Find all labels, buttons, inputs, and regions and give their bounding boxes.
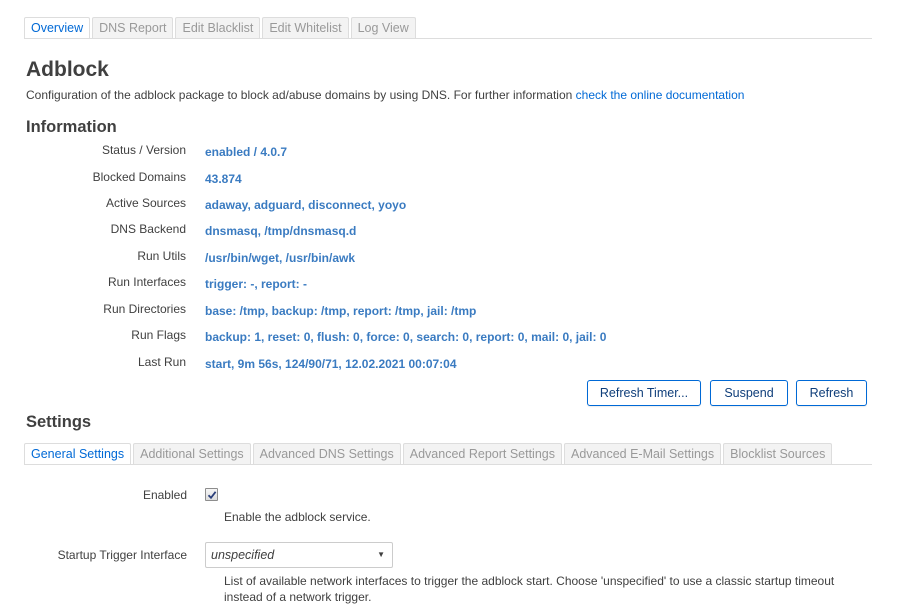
page-title: Adblock	[26, 58, 109, 81]
tab-dns-report[interactable]: DNS Report	[92, 17, 174, 38]
info-label: Run Interfaces	[107, 275, 186, 289]
info-row-status: Status / Version enabled / 4.0.7	[0, 143, 900, 163]
enabled-label: Enabled	[142, 488, 187, 502]
info-value: start, 9m 56s, 124/90/71, 12.02.2021 00:…	[205, 357, 457, 371]
suspend-button[interactable]: Suspend	[710, 380, 788, 406]
info-row-run-directories: Run Directories base: /tmp, backup: /tmp…	[0, 302, 900, 322]
trigger-label: Startup Trigger Interface	[57, 548, 187, 562]
info-label: Run Flags	[131, 328, 186, 342]
refresh-timer-button[interactable]: Refresh Timer...	[587, 380, 701, 406]
info-value: adaway, adguard, disconnect, yoyo	[205, 198, 407, 212]
tab-advanced-dns-settings[interactable]: Advanced DNS Settings	[252, 443, 401, 464]
info-value: dnsmasq, /tmp/dnsmasq.d	[205, 224, 357, 238]
trigger-selected-value: unspecified	[211, 548, 275, 562]
dropdown-caret-icon: ▼	[377, 550, 385, 559]
tab-general-settings[interactable]: General Settings	[24, 443, 132, 465]
info-value: backup: 1, reset: 0, flush: 0, force: 0,…	[205, 330, 607, 344]
enabled-checkbox[interactable]	[205, 488, 218, 501]
info-row-run-utils: Run Utils /usr/bin/wget, /usr/bin/awk	[0, 249, 900, 269]
tab-edit-whitelist[interactable]: Edit Whitelist	[262, 17, 349, 38]
tab-advanced-report-settings[interactable]: Advanced Report Settings	[402, 443, 562, 464]
tab-overview[interactable]: Overview	[24, 17, 91, 39]
info-row-dns-backend: DNS Backend dnsmasq, /tmp/dnsmasq.d	[0, 222, 900, 242]
info-row-last-run: Last Run start, 9m 56s, 124/90/71, 12.02…	[0, 355, 900, 375]
info-label: Active Sources	[105, 196, 186, 210]
info-value: enabled / 4.0.7	[205, 145, 288, 159]
info-label: Run Directories	[103, 302, 186, 316]
settings-heading: Settings	[26, 413, 92, 431]
info-label: DNS Backend	[110, 222, 186, 236]
info-label: Blocked Domains	[92, 170, 186, 184]
info-value: trigger: -, report: -	[205, 277, 307, 291]
top-tabs: Overview DNS Report Edit Blacklist Edit …	[24, 16, 416, 39]
info-label: Status / Version	[101, 143, 186, 157]
enabled-help: Enable the adblock service.	[224, 510, 371, 524]
tab-blocklist-sources[interactable]: Blocklist Sources	[723, 443, 833, 464]
description-text: Configuration of the adblock package to …	[26, 88, 576, 102]
information-heading: Information	[26, 118, 117, 136]
info-label: Run Utils	[137, 249, 186, 263]
refresh-button[interactable]: Refresh	[796, 380, 867, 406]
info-value: /usr/bin/wget, /usr/bin/awk	[205, 251, 356, 265]
settings-tabs: General Settings Additional Settings Adv…	[24, 442, 833, 465]
info-row-run-interfaces: Run Interfaces trigger: -, report: -	[0, 275, 900, 295]
tab-additional-settings[interactable]: Additional Settings	[133, 443, 251, 464]
info-value: 43.874	[205, 172, 242, 186]
tab-log-view[interactable]: Log View	[350, 17, 416, 38]
info-row-blocked-domains: Blocked Domains 43.874	[0, 170, 900, 190]
tab-edit-blacklist[interactable]: Edit Blacklist	[175, 17, 261, 38]
top-tabs-divider	[24, 38, 872, 39]
online-documentation-link[interactable]: check the online documentation	[576, 88, 745, 102]
page-description: Configuration of the adblock package to …	[26, 88, 744, 102]
tab-advanced-email-settings[interactable]: Advanced E-Mail Settings	[564, 443, 722, 464]
trigger-interface-select[interactable]: unspecified ▼	[205, 542, 393, 568]
trigger-help-line-1: List of available network interfaces to …	[224, 574, 835, 588]
info-row-active-sources: Active Sources adaway, adguard, disconne…	[0, 196, 900, 216]
checkmark-icon	[207, 491, 217, 500]
info-value: base: /tmp, backup: /tmp, report: /tmp, …	[205, 304, 477, 318]
info-label: Last Run	[137, 355, 186, 369]
settings-tabs-divider	[24, 464, 872, 465]
info-row-run-flags: Run Flags backup: 1, reset: 0, flush: 0,…	[0, 328, 900, 348]
